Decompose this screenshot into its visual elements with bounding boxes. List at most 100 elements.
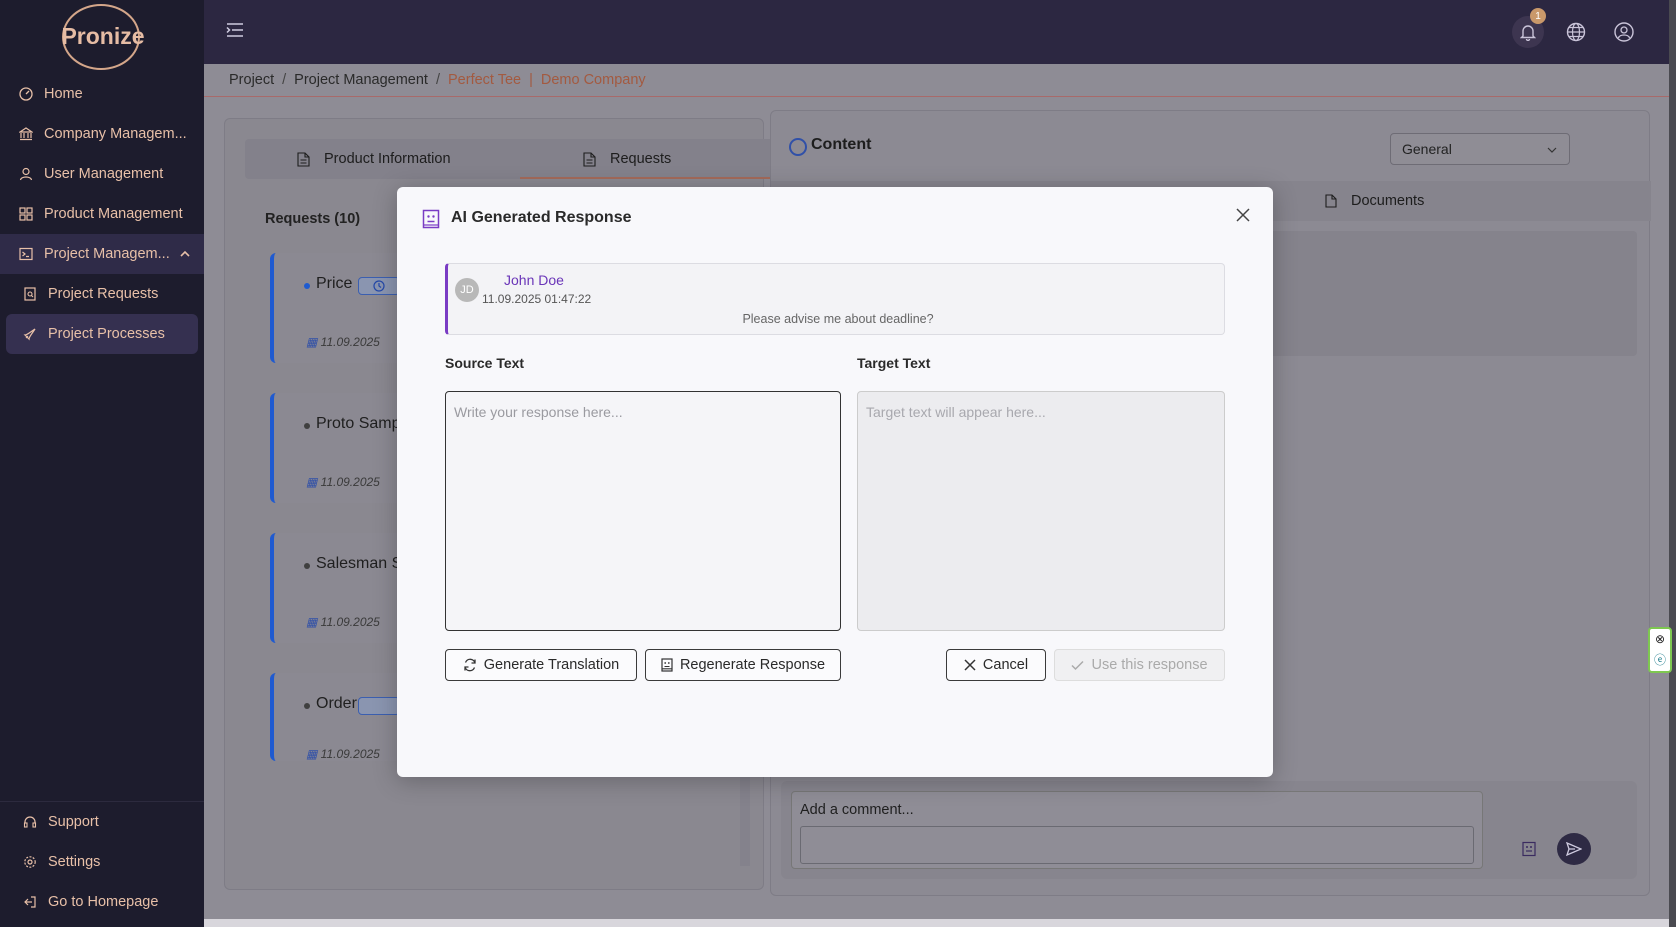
grid-icon	[18, 206, 34, 222]
sidebar-item-label: Project Processes	[48, 326, 165, 342]
menu-toggle-icon[interactable]	[226, 22, 244, 40]
sidebar-item-label: Home	[44, 86, 83, 102]
category-select[interactable]: General	[1390, 133, 1570, 165]
breadcrumb: Project / Project Management / Perfect Tee | D…	[229, 72, 646, 88]
rocket-icon	[22, 326, 38, 342]
message-timestamp: 11.09.2025 01:47:22	[482, 292, 592, 306]
account-icon[interactable]	[1608, 16, 1640, 48]
request-date: ▦ 11.09.2025	[306, 615, 380, 629]
exit-icon	[22, 894, 38, 910]
message-author: John Doe	[504, 272, 564, 288]
modal-title: AI Generated Response	[451, 209, 632, 226]
content-title: Content	[811, 136, 872, 153]
breadcrumb-divider	[204, 96, 1676, 97]
sidebar: Pronize Home Company Managem... User Man…	[0, 0, 204, 927]
time-badge	[358, 697, 400, 715]
terminal-icon	[18, 246, 34, 262]
extension-widget[interactable]: ⊗ ⓔ	[1648, 627, 1672, 673]
sidebar-item-label: Company Managem...	[44, 126, 187, 142]
regenerate-response-button[interactable]: Regenerate Response	[645, 649, 841, 681]
status-dot	[304, 283, 310, 289]
sidebar-item-label: Product Management	[44, 206, 183, 222]
sidebar-item-label: User Management	[44, 166, 164, 182]
dashboard-icon	[18, 86, 34, 102]
left-tabs: Product Information Requests	[245, 139, 790, 179]
comment-input[interactable]	[800, 826, 1474, 864]
breadcrumb-project[interactable]: Project	[229, 72, 274, 88]
ai-robot-icon	[661, 658, 673, 672]
avatar: JD	[455, 278, 479, 302]
cancel-button[interactable]: Cancel	[946, 649, 1046, 681]
chevron-down-icon	[1547, 147, 1557, 153]
target-text-output[interactable]	[857, 391, 1225, 631]
chat-bubble-icon	[789, 138, 807, 156]
document-icon	[297, 151, 310, 167]
source-text-input[interactable]	[445, 391, 841, 631]
comment-area: Add a comment...	[781, 781, 1637, 879]
sidebar-item-project-requests[interactable]: Project Requests	[0, 274, 204, 314]
sidebar-item-company-management[interactable]: Company Managem...	[0, 114, 204, 154]
file-search-icon	[22, 286, 38, 302]
ai-robot-icon[interactable]	[1521, 841, 1537, 857]
clock-icon	[373, 280, 385, 292]
ai-response-modal: AI Generated Response JD John Doe 11.09.…	[397, 187, 1273, 777]
use-response-button[interactable]: Use this response	[1054, 649, 1225, 681]
sidebar-item-settings[interactable]: Settings	[0, 842, 204, 882]
sidebar-item-label: Project Managem...	[44, 246, 170, 262]
globe-icon[interactable]	[1560, 16, 1592, 48]
tab-documents[interactable]: Documents	[1325, 193, 1424, 209]
close-icon	[964, 659, 976, 671]
sidebar-item-user-management[interactable]: User Management	[0, 154, 204, 194]
check-icon	[1071, 660, 1084, 670]
request-name: Order	[316, 695, 357, 712]
original-message: JD John Doe 11.09.2025 01:47:22 Please a…	[445, 263, 1225, 335]
calendar-icon: ▦	[306, 615, 321, 629]
active-tab-underline	[520, 177, 788, 179]
sidebar-item-label: Go to Homepage	[48, 894, 159, 910]
headset-icon	[22, 814, 38, 830]
sidebar-item-project-management[interactable]: Project Managem...	[0, 234, 204, 274]
send-button[interactable]	[1557, 833, 1591, 865]
top-bar	[204, 0, 1676, 64]
bottom-strip	[204, 919, 1676, 927]
send-icon	[1566, 842, 1582, 856]
sidebar-item-go-to-homepage[interactable]: Go to Homepage	[0, 882, 204, 922]
sidebar-item-project-processes[interactable]: Project Processes	[6, 314, 198, 354]
document-icon	[583, 151, 596, 167]
status-dot	[304, 703, 310, 709]
bank-icon	[18, 126, 34, 142]
calendar-icon: ▦	[306, 747, 321, 761]
request-date: ▦ 11.09.2025	[306, 747, 380, 761]
window-edge	[1669, 0, 1676, 927]
document-icon	[1325, 194, 1337, 208]
source-text-label: Source Text	[445, 355, 525, 371]
tab-label: Product Information	[324, 151, 451, 167]
chevron-up-icon[interactable]	[180, 249, 190, 260]
refresh-icon	[464, 658, 476, 672]
sidebar-item-label: Support	[48, 814, 99, 830]
close-icon[interactable]	[1235, 207, 1251, 223]
breadcrumb-product: Perfect Tee	[448, 72, 522, 88]
time-badge	[358, 277, 400, 295]
tab-product-information[interactable]: Product Information	[297, 139, 451, 179]
generate-translation-button[interactable]: Generate Translation	[445, 649, 637, 681]
breadcrumb-company: Demo Company	[540, 72, 646, 88]
edge-logo-icon[interactable]: ⓔ	[1654, 651, 1666, 668]
sidebar-item-product-management[interactable]: Product Management	[0, 194, 204, 234]
sidebar-item-label: Settings	[48, 854, 101, 870]
tab-requests[interactable]: Requests	[583, 139, 671, 179]
calendar-icon: ▦	[306, 475, 321, 489]
breadcrumb-project-management[interactable]: Project Management	[294, 72, 428, 88]
message-text: Please advise me about deadline?	[742, 312, 934, 326]
comment-box: Add a comment...	[791, 791, 1483, 869]
sidebar-item-home[interactable]: Home	[0, 74, 204, 114]
close-circle-icon[interactable]: ⊗	[1655, 632, 1665, 646]
gear-icon	[22, 854, 38, 870]
sidebar-item-support[interactable]: Support	[0, 802, 204, 842]
target-text-label: Target Text	[857, 355, 931, 371]
request-name: Proto Samp	[316, 415, 401, 432]
user-icon	[18, 166, 34, 182]
request-name: Salesman S	[316, 555, 403, 572]
sidebar-item-label: Project Requests	[48, 286, 159, 302]
request-date: ▦ 11.09.2025	[306, 475, 380, 489]
